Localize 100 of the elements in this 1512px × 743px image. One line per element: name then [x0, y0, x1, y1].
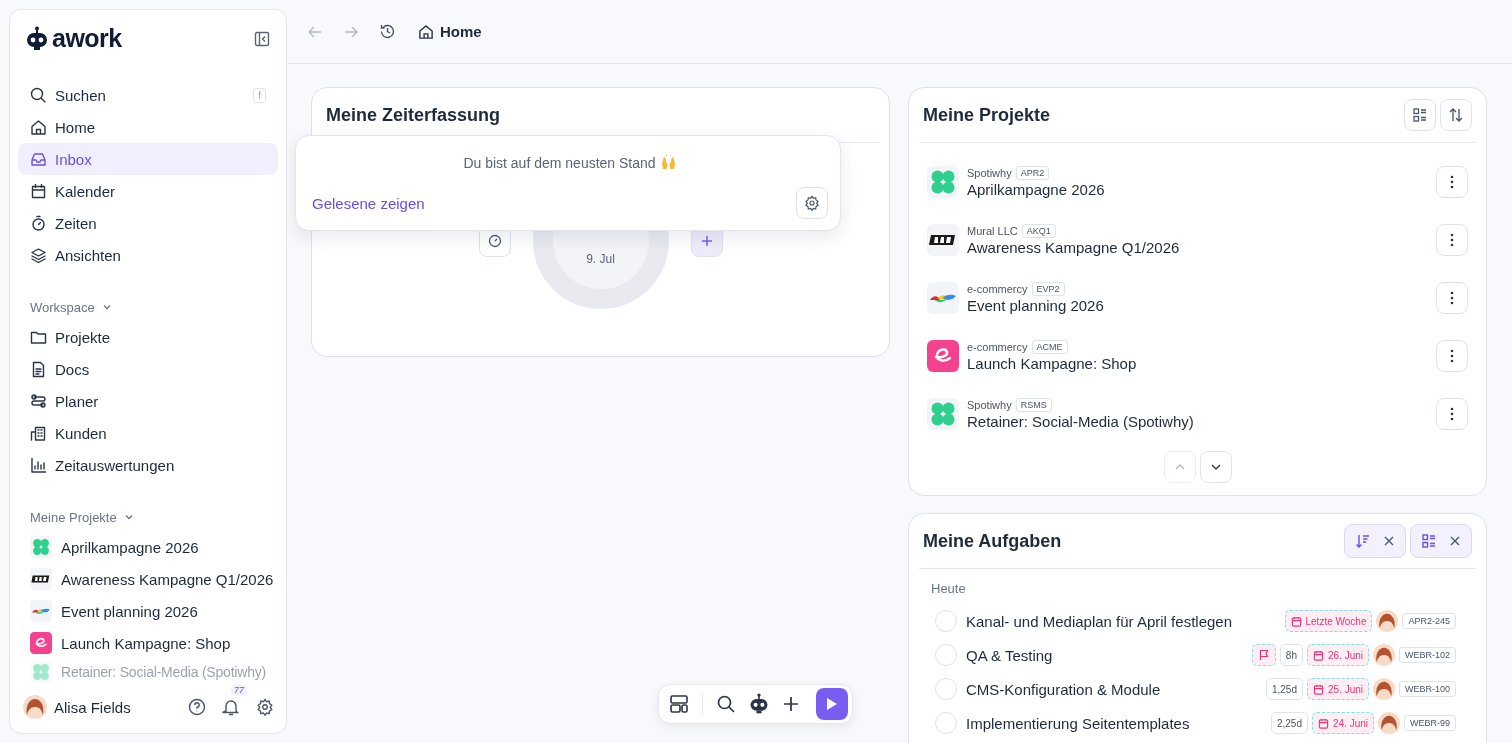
assignee-avatar[interactable]: [1373, 678, 1395, 700]
sort-icon: [1355, 533, 1371, 549]
card-title: Meine Projekte: [923, 104, 1051, 126]
due-date-tag[interactable]: 24. Juni: [1311, 712, 1374, 734]
section-header[interactable]: Meine Projekte: [30, 509, 117, 525]
project-name[interactable]: Awareness Kampagne Q1/2026: [967, 239, 1428, 256]
group-filter-chip[interactable]: [1410, 524, 1472, 558]
close-icon[interactable]: [1449, 535, 1461, 547]
section-header[interactable]: Workspace: [30, 299, 95, 315]
search-icon: [30, 86, 47, 104]
bar-chart-icon: [30, 456, 47, 474]
more-icon: [1450, 407, 1454, 421]
stopwatch-icon: [30, 214, 47, 232]
close-icon[interactable]: [1383, 535, 1395, 547]
home-icon: [30, 118, 47, 136]
project-logo-icon: [927, 282, 959, 314]
search-icon[interactable]: [716, 694, 736, 714]
status-message: Du bist auf dem neusten Stand: [463, 154, 656, 171]
project-logo-icon: [30, 632, 52, 654]
project-item[interactable]: Launch Kampagne: Shop: [18, 627, 278, 659]
sort-filter-chip[interactable]: [1344, 524, 1406, 558]
nav-item[interactable]: Zeiten: [18, 207, 278, 239]
client-name: e-commercy: [967, 341, 1028, 353]
project-key: ACME: [1031, 340, 1068, 354]
assignee-avatar[interactable]: [1373, 644, 1395, 666]
add-icon[interactable]: [782, 695, 800, 713]
calendar-icon: [1317, 717, 1329, 729]
settings-icon[interactable]: [256, 698, 274, 716]
history-icon[interactable]: [379, 23, 396, 40]
project-key: RSMS: [1015, 398, 1052, 412]
project-name[interactable]: Launch Kampagne: Shop: [967, 355, 1428, 372]
more-icon: [1450, 233, 1454, 247]
task-key: WEBR-100: [1399, 681, 1456, 697]
notification-bell-icon[interactable]: [222, 698, 240, 716]
task-title[interactable]: Implementierung Seitentemplates: [966, 714, 1190, 732]
chevron-icon[interactable]: [101, 302, 112, 312]
due-date-tag[interactable]: 25. Juni: [1306, 678, 1369, 700]
calendar-icon: [1312, 683, 1324, 695]
breadcrumb-home[interactable]: Home: [418, 23, 482, 40]
list-layout-icon: [1421, 533, 1437, 549]
building-icon: [30, 424, 47, 442]
project-logo-icon: [30, 600, 52, 622]
project-key: AKQ1: [1021, 224, 1056, 238]
date-label: 9. Jul: [586, 252, 615, 266]
task-title[interactable]: Kanal- und Mediaplan für April festlegen: [966, 612, 1232, 630]
chevron-icon[interactable]: [123, 512, 134, 522]
layout-icon[interactable]: [669, 694, 689, 714]
settings-icon: [804, 195, 820, 211]
help-icon[interactable]: [188, 698, 206, 716]
nav-item[interactable]: Kunden: [18, 417, 278, 449]
project-logo-icon: [30, 536, 52, 558]
project-item[interactable]: Awareness Kampagne Q1/2026: [18, 563, 278, 595]
start-timer-button[interactable]: [816, 688, 848, 720]
project-name[interactable]: Aprilkampagne 2026: [967, 181, 1428, 198]
nav-item[interactable]: Docs: [18, 353, 278, 385]
document-icon: [30, 360, 47, 378]
nav-item[interactable]: Zeitauswertungen: [18, 449, 278, 481]
task-title[interactable]: CMS-Konfiguration & Module: [966, 680, 1161, 698]
project-item[interactable]: Aprilkampagne 2026: [18, 531, 278, 563]
calendar-icon: [30, 182, 47, 200]
task-key: APR2-245: [1402, 613, 1456, 629]
task-title[interactable]: QA & Testing: [966, 646, 1053, 664]
show-read-link[interactable]: Gelesene zeigen: [312, 194, 425, 212]
due-date-tag[interactable]: 26. Juni: [1306, 644, 1369, 666]
due-date-tag[interactable]: Letzte Woche: [1284, 610, 1373, 632]
project-logo-icon: [927, 224, 959, 256]
sort-arrows-icon: [1448, 107, 1464, 123]
assignee-avatar[interactable]: [1376, 610, 1399, 632]
settings-button[interactable]: [796, 187, 828, 219]
project-logo-icon: [927, 340, 959, 372]
card-title: Meine Zeiterfassung: [326, 104, 501, 126]
layers-icon: [30, 246, 47, 264]
client-name: Spotiwhy: [967, 167, 1012, 179]
nav-item[interactable]: Home: [18, 111, 278, 143]
priority-flag-tag[interactable]: [1251, 644, 1276, 666]
nav-item[interactable]: Ansichten: [18, 239, 278, 271]
effort-tag: 2,25d: [1270, 712, 1308, 734]
project-item[interactable]: Event planning 2026: [18, 595, 278, 627]
avatar[interactable]: [23, 695, 47, 719]
user-name: Alisa Fields: [54, 698, 131, 716]
project-key: EVP2: [1031, 282, 1065, 296]
notification-count: 77: [231, 685, 247, 695]
inbox-tray-icon: [30, 150, 47, 168]
project-name[interactable]: Retainer: Social-Media (Spotiwhy): [967, 413, 1428, 430]
sort-button[interactable]: [1440, 99, 1472, 131]
raised-hands-icon: [659, 154, 677, 171]
nav-item[interactable]: Suchen f: [18, 79, 278, 111]
layout-button[interactable]: [1404, 99, 1436, 131]
robot-icon[interactable]: [749, 693, 769, 715]
assignee-avatar[interactable]: [1378, 712, 1400, 734]
nav-item[interactable]: Kalender: [18, 175, 278, 207]
nav-item[interactable]: Projekte: [18, 321, 278, 353]
effort-tag: 8h: [1279, 644, 1303, 666]
project-name[interactable]: Event planning 2026: [967, 297, 1428, 314]
project-logo-icon: [927, 398, 959, 430]
nav-item[interactable]: Planer: [18, 385, 278, 417]
sidebar-collapse-icon[interactable]: [254, 30, 270, 47]
project-logo-icon: [927, 166, 959, 198]
stopwatch-icon: [487, 234, 502, 248]
nav-item[interactable]: Inbox: [18, 143, 278, 175]
